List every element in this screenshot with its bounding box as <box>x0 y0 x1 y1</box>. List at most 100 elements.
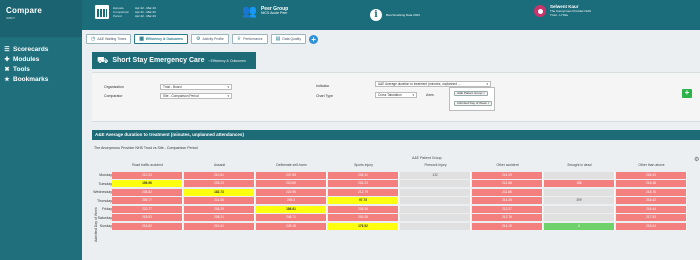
row-label: Sunday <box>99 224 112 228</box>
cell-value: 208.82 <box>142 189 152 194</box>
table-cell[interactable]: 210.41 <box>184 222 255 230</box>
table-cell[interactable] <box>400 214 471 221</box>
table-cell[interactable]: 220.77 <box>112 205 183 213</box>
tab-activity-profile[interactable]: ⚙ Activity Profile <box>190 34 229 44</box>
table-cell[interactable]: 210.51 <box>184 171 255 179</box>
table-cell[interactable]: 176.52 <box>328 222 399 230</box>
cell-value: 210.41 <box>214 223 224 228</box>
column-header: Assault <box>213 163 226 167</box>
table-cell[interactable]: 206.29 <box>184 205 255 213</box>
cell-value: 216.48 <box>646 181 656 185</box>
table-cell[interactable]: 213.37 <box>472 205 543 213</box>
table-cell[interactable]: 200.35 <box>328 214 399 221</box>
table-cell[interactable]: 156.96 <box>112 180 183 187</box>
chevron-down-icon: ▾ <box>227 94 229 98</box>
add-tab-button[interactable]: + <box>309 34 319 44</box>
tab-data-quality[interactable]: ▤ Data Quality <box>270 34 307 44</box>
table-cell[interactable]: 186.61 <box>256 205 327 213</box>
axes-tag-day-of-week[interactable]: Admitted Day of Week × <box>454 101 493 106</box>
table-cell[interactable]: 245.3 <box>256 197 327 204</box>
table-cell[interactable]: 214.26 <box>472 197 543 204</box>
table-cell[interactable] <box>544 188 615 196</box>
table-cell[interactable]: 211.86 <box>472 188 543 196</box>
module-tabs: ◷ A&E Waiting Times ▦ Efficiency & Outcome… <box>86 34 319 44</box>
table-row: Wednesday 208.82 182.73 220.95 212.79 211.86 2… <box>92 188 700 196</box>
table-cell[interactable]: 399 <box>544 197 615 204</box>
table-cell[interactable]: 208.82 <box>112 188 183 196</box>
table-cell[interactable]: 205.77 <box>112 197 183 204</box>
axes-multiselect[interactable]: A&E Patient Group × Admitted Day of Week… <box>449 87 495 111</box>
table-cell[interactable]: 218.93 <box>112 214 183 221</box>
cell-value: 215.24 <box>646 223 656 228</box>
cell-value: 0 <box>578 223 580 228</box>
app-logo[interactable]: Compare GIRFT <box>0 0 82 37</box>
table-cell[interactable]: 205.36 <box>328 205 399 213</box>
table-cell[interactable]: 216.62 <box>112 222 183 230</box>
user-menu[interactable]: Selwent Kaur The Anonymous Provider NHS … <box>534 4 591 17</box>
tab-efficiency-outcomes[interactable]: ▦ Efficiency & Outcomes <box>134 34 188 44</box>
table-cell[interactable] <box>400 205 471 213</box>
tab-performance[interactable]: ♕ Performance <box>231 34 268 44</box>
table-cell[interactable] <box>544 171 615 179</box>
table-cell[interactable]: 216.44 <box>616 205 687 213</box>
table-cell[interactable]: 204.23 <box>328 180 399 187</box>
cell-value: 156.96 <box>142 181 152 185</box>
table-cell[interactable]: 248.71 <box>256 214 327 221</box>
table-cell[interactable]: 218.76 <box>616 188 687 196</box>
table-cell[interactable]: 212.79 <box>328 188 399 196</box>
sidebar-item-bookmarks[interactable]: ★ Bookmarks <box>0 74 82 84</box>
cell-value: 212.66 <box>502 181 512 185</box>
table-cell[interactable]: 182.73 <box>184 188 255 196</box>
add-button[interactable]: + <box>682 89 692 98</box>
table-cell[interactable] <box>400 222 471 230</box>
table-cell[interactable]: 208.23 <box>184 180 255 187</box>
table-cell[interactable]: 97.75 <box>328 197 399 204</box>
sidebar-item-scorecards[interactable]: ☰ Scorecards <box>0 44 82 54</box>
table-cell[interactable]: 211.08 <box>184 197 255 204</box>
table-cell[interactable]: 216.48 <box>616 180 687 187</box>
tab-ae-waiting-times[interactable]: ◷ A&E Waiting Times <box>86 34 132 44</box>
sidebar-item-modules[interactable]: ✚ Modules <box>0 54 82 64</box>
chart-type-select[interactable]: Cross Tabulation ▾ <box>375 92 417 98</box>
sidebar-item-label: Tools <box>13 65 30 73</box>
table-cell[interactable]: 132 <box>400 171 471 179</box>
info-block[interactable]: i Benchmarking Data 2023 <box>370 9 420 21</box>
table-cell[interactable] <box>400 197 471 204</box>
organisation-select[interactable]: Trust - Board ▾ <box>160 84 232 90</box>
sidebar-item-label: Bookmarks <box>13 75 49 83</box>
table-cell[interactable]: 217.93 <box>616 214 687 221</box>
table-row: Saturday 218.93 208.21 248.71 200.35 212.76 21… <box>92 214 700 222</box>
peer-group-selector[interactable]: 👥 Peer Group NICS Acute Peer <box>242 5 288 17</box>
table-cell[interactable]: 220.95 <box>256 188 327 196</box>
cell-value: 212.79 <box>358 189 368 194</box>
table-cell[interactable]: 208.21 <box>184 214 255 221</box>
table-cell[interactable]: 215.24 <box>616 222 687 230</box>
cell-value: 208.23 <box>214 181 224 185</box>
cell-value: 399 <box>576 198 582 202</box>
column-group-header: A&E Patient Group <box>412 156 442 160</box>
table-cell[interactable]: 204.31 <box>328 171 399 179</box>
table-cell[interactable]: 214.29 <box>472 171 543 179</box>
table-cell[interactable]: 212.66 <box>472 180 543 187</box>
table-cell[interactable]: 247.55 <box>256 171 327 179</box>
table-cell[interactable]: 214.19 <box>472 222 543 230</box>
table-cell[interactable] <box>544 205 615 213</box>
table-cell[interactable]: 249.15 <box>256 222 327 230</box>
peer-group-value: NICS Acute Peer <box>260 11 288 15</box>
table-cell[interactable] <box>544 214 615 221</box>
gear-icon[interactable]: ⚙ <box>694 156 699 163</box>
period-selector[interactable]: Episode Apr 22 - Mar 23 Comparison Apr 21 … <box>95 5 156 19</box>
table-cell[interactable] <box>400 188 471 196</box>
table-cell[interactable] <box>400 180 471 187</box>
sidebar-item-tools[interactable]: ✖ Tools <box>0 64 82 74</box>
table-cell[interactable]: 186 <box>544 180 615 187</box>
table-cell[interactable]: 220.89 <box>256 180 327 187</box>
table-cell[interactable]: 212.76 <box>472 214 543 221</box>
axes-tag-patient-group[interactable]: A&E Patient Group × <box>454 91 488 96</box>
cell-value: 213.37 <box>502 206 512 211</box>
table-cell[interactable]: 212.33 <box>112 171 183 179</box>
table-cell[interactable]: 0 <box>544 222 615 230</box>
comparator-select[interactable]: Site - Comparison Period ▾ <box>160 93 232 99</box>
table-cell[interactable]: 218.43 <box>616 171 687 179</box>
table-cell[interactable]: 216.42 <box>616 197 687 204</box>
